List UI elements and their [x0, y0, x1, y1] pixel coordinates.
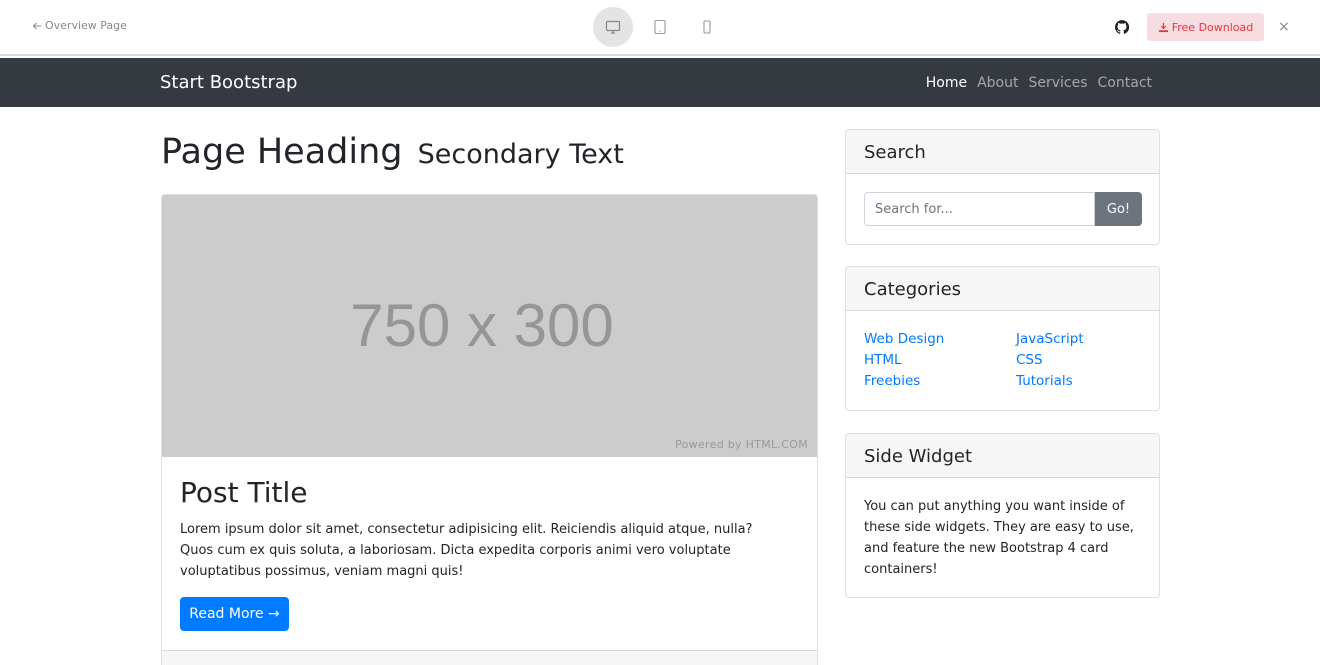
- search-go-button[interactable]: Go!: [1095, 192, 1142, 226]
- page-heading-text: Page Heading: [161, 132, 403, 172]
- navbar-brand[interactable]: Start Bootstrap: [160, 72, 297, 93]
- mobile-icon: [703, 20, 711, 34]
- desktop-icon: [605, 20, 621, 34]
- page-heading-secondary: Secondary Text: [417, 139, 624, 170]
- github-icon[interactable]: [1115, 20, 1129, 34]
- site-navbar: Start Bootstrap Home About Services Cont…: [0, 58, 1320, 107]
- back-to-overview-link[interactable]: Overview Page: [32, 19, 127, 32]
- device-switcher: [593, 7, 734, 47]
- post-footer: [162, 650, 817, 665]
- back-link-label: Overview Page: [45, 19, 127, 32]
- tablet-icon: [654, 19, 666, 35]
- nav-link-services[interactable]: Services: [1028, 75, 1087, 91]
- search-input[interactable]: [864, 192, 1095, 226]
- category-link-tutorials[interactable]: Tutorials: [1016, 371, 1156, 392]
- category-link-css[interactable]: CSS: [1016, 350, 1156, 371]
- nav-links: Home About Services Contact: [916, 75, 1152, 91]
- post-body: Post Title Lorem ipsum dolor sit amet, c…: [180, 476, 780, 582]
- search-group: Go!: [864, 192, 1142, 226]
- nav-link-home[interactable]: Home: [926, 75, 967, 91]
- download-icon: [1158, 22, 1168, 32]
- blog-post-card: 750 x 300 Powered by HTML.COM Post Title…: [161, 194, 818, 665]
- post-excerpt: Lorem ipsum dolor sit amet, consectetur …: [180, 522, 753, 579]
- read-more-button[interactable]: Read More →: [180, 597, 289, 631]
- preview-toolbar: Overview Page Free Download ×: [0, 0, 1320, 56]
- image-dimensions-label: 750 x 300: [350, 292, 614, 359]
- page-heading: Page Heading Secondary Text: [161, 132, 624, 172]
- categories-widget-title: Categories: [846, 267, 1159, 311]
- post-image-placeholder: 750 x 300 Powered by HTML.COM: [162, 195, 817, 457]
- side-widget: Side Widget You can put anything you wan…: [845, 433, 1160, 598]
- search-widget: Search Go!: [845, 129, 1160, 245]
- post-title: Post Title: [180, 476, 308, 509]
- free-download-button[interactable]: Free Download: [1147, 13, 1264, 41]
- category-link-web-design[interactable]: Web Design: [864, 329, 1016, 350]
- category-link-freebies[interactable]: Freebies: [864, 371, 1016, 392]
- categories-widget: Categories Web Design JavaScript HTML CS…: [845, 266, 1160, 411]
- categories-list: Web Design JavaScript HTML CSS Freebies …: [864, 329, 1156, 392]
- side-widget-title: Side Widget: [846, 434, 1159, 478]
- mobile-view-button[interactable]: [687, 7, 727, 47]
- nav-link-about[interactable]: About: [977, 75, 1018, 91]
- tablet-view-button[interactable]: [640, 7, 680, 47]
- desktop-view-button[interactable]: [593, 7, 633, 47]
- close-icon[interactable]: ×: [1278, 18, 1290, 36]
- side-widget-text: You can put anything you want inside of …: [864, 499, 1134, 577]
- image-credit: Powered by HTML.COM: [675, 438, 808, 451]
- category-link-html[interactable]: HTML: [864, 350, 1016, 371]
- free-download-label: Free Download: [1171, 20, 1254, 34]
- arrow-left-icon: [32, 22, 41, 29]
- nav-link-contact[interactable]: Contact: [1098, 75, 1152, 91]
- category-link-javascript[interactable]: JavaScript: [1016, 329, 1156, 350]
- search-widget-title: Search: [846, 130, 1159, 174]
